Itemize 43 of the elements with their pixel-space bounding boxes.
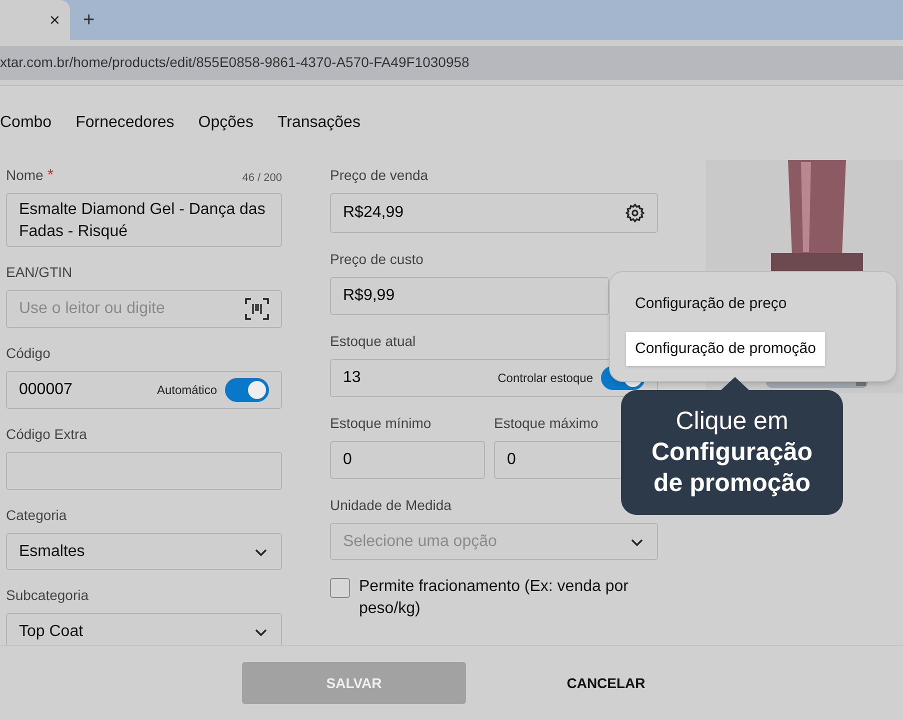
checkbox[interactable]	[330, 578, 350, 598]
input-field[interactable]: 0	[330, 441, 485, 479]
field-label: EAN/GTIN	[6, 263, 72, 282]
input-field[interactable]: R$9,99	[330, 277, 609, 315]
tooltip: Clique em Configuração de promoção	[621, 390, 843, 515]
field-label: Código Extra	[6, 425, 87, 444]
field-label: Subcategoria	[6, 586, 89, 605]
nav-tab[interactable]: Fornecedores	[76, 111, 174, 135]
nav-tab[interactable]: Opções	[198, 111, 254, 135]
menu-item[interactable]: Configuração de preço	[626, 287, 796, 322]
checkbox-label: Permite fracionamento (Ex: venda por peso/kg)	[359, 577, 630, 619]
nav-tab[interactable]: Transações	[277, 111, 360, 135]
toggle-label: Controlar estoque	[498, 370, 593, 387]
character-counter: 46 / 200	[242, 170, 282, 186]
close-icon[interactable]: ×	[49, 11, 60, 29]
name-field[interactable]: Esmalte Diamond Gel - Dança das Fadas - Risqué	[6, 193, 282, 247]
tooltip-arrow-icon	[720, 377, 750, 391]
field-label: Estoque atual	[330, 332, 416, 351]
barcode-scan-icon[interactable]	[245, 298, 269, 320]
select-field[interactable]: Esmaltes	[6, 533, 282, 570]
nav-tab[interactable]: Combo	[0, 111, 52, 135]
field-label: Estoque máximo	[494, 414, 598, 433]
address-bar[interactable]: xtar.com.br/home/products/edit/855E0858-9861-4370-A570-FA49F1030958	[0, 46, 903, 80]
field-label: Categoria	[6, 506, 67, 525]
field-label: Unidade de Medida	[330, 496, 452, 515]
field-label: Estoque mínimo	[330, 414, 432, 433]
input-field[interactable]: 000007 Automático	[6, 371, 282, 409]
field-label: Preço de venda	[330, 166, 428, 185]
settings-icon[interactable]	[625, 203, 645, 223]
select-field[interactable]: Top Coat	[6, 613, 282, 645]
field-label: Nome	[6, 166, 44, 185]
browser-tab[interactable]: ×	[0, 0, 70, 40]
new-tab-button[interactable]: +	[83, 10, 95, 30]
toggle-switch[interactable]	[225, 378, 269, 402]
input-field[interactable]: 13 Controlar estoque	[330, 359, 658, 397]
field-label: Código	[6, 344, 50, 363]
required-mark: *	[47, 168, 54, 184]
cancel-button[interactable]: CANCELAR	[516, 662, 696, 704]
toggle-label: Automático	[156, 382, 217, 399]
field-label: Preço de custo	[330, 250, 424, 269]
menu-item[interactable]: Configuração de promoção	[626, 332, 825, 366]
price-field[interactable]: R$24,99	[330, 193, 658, 233]
input-field[interactable]	[6, 452, 282, 490]
